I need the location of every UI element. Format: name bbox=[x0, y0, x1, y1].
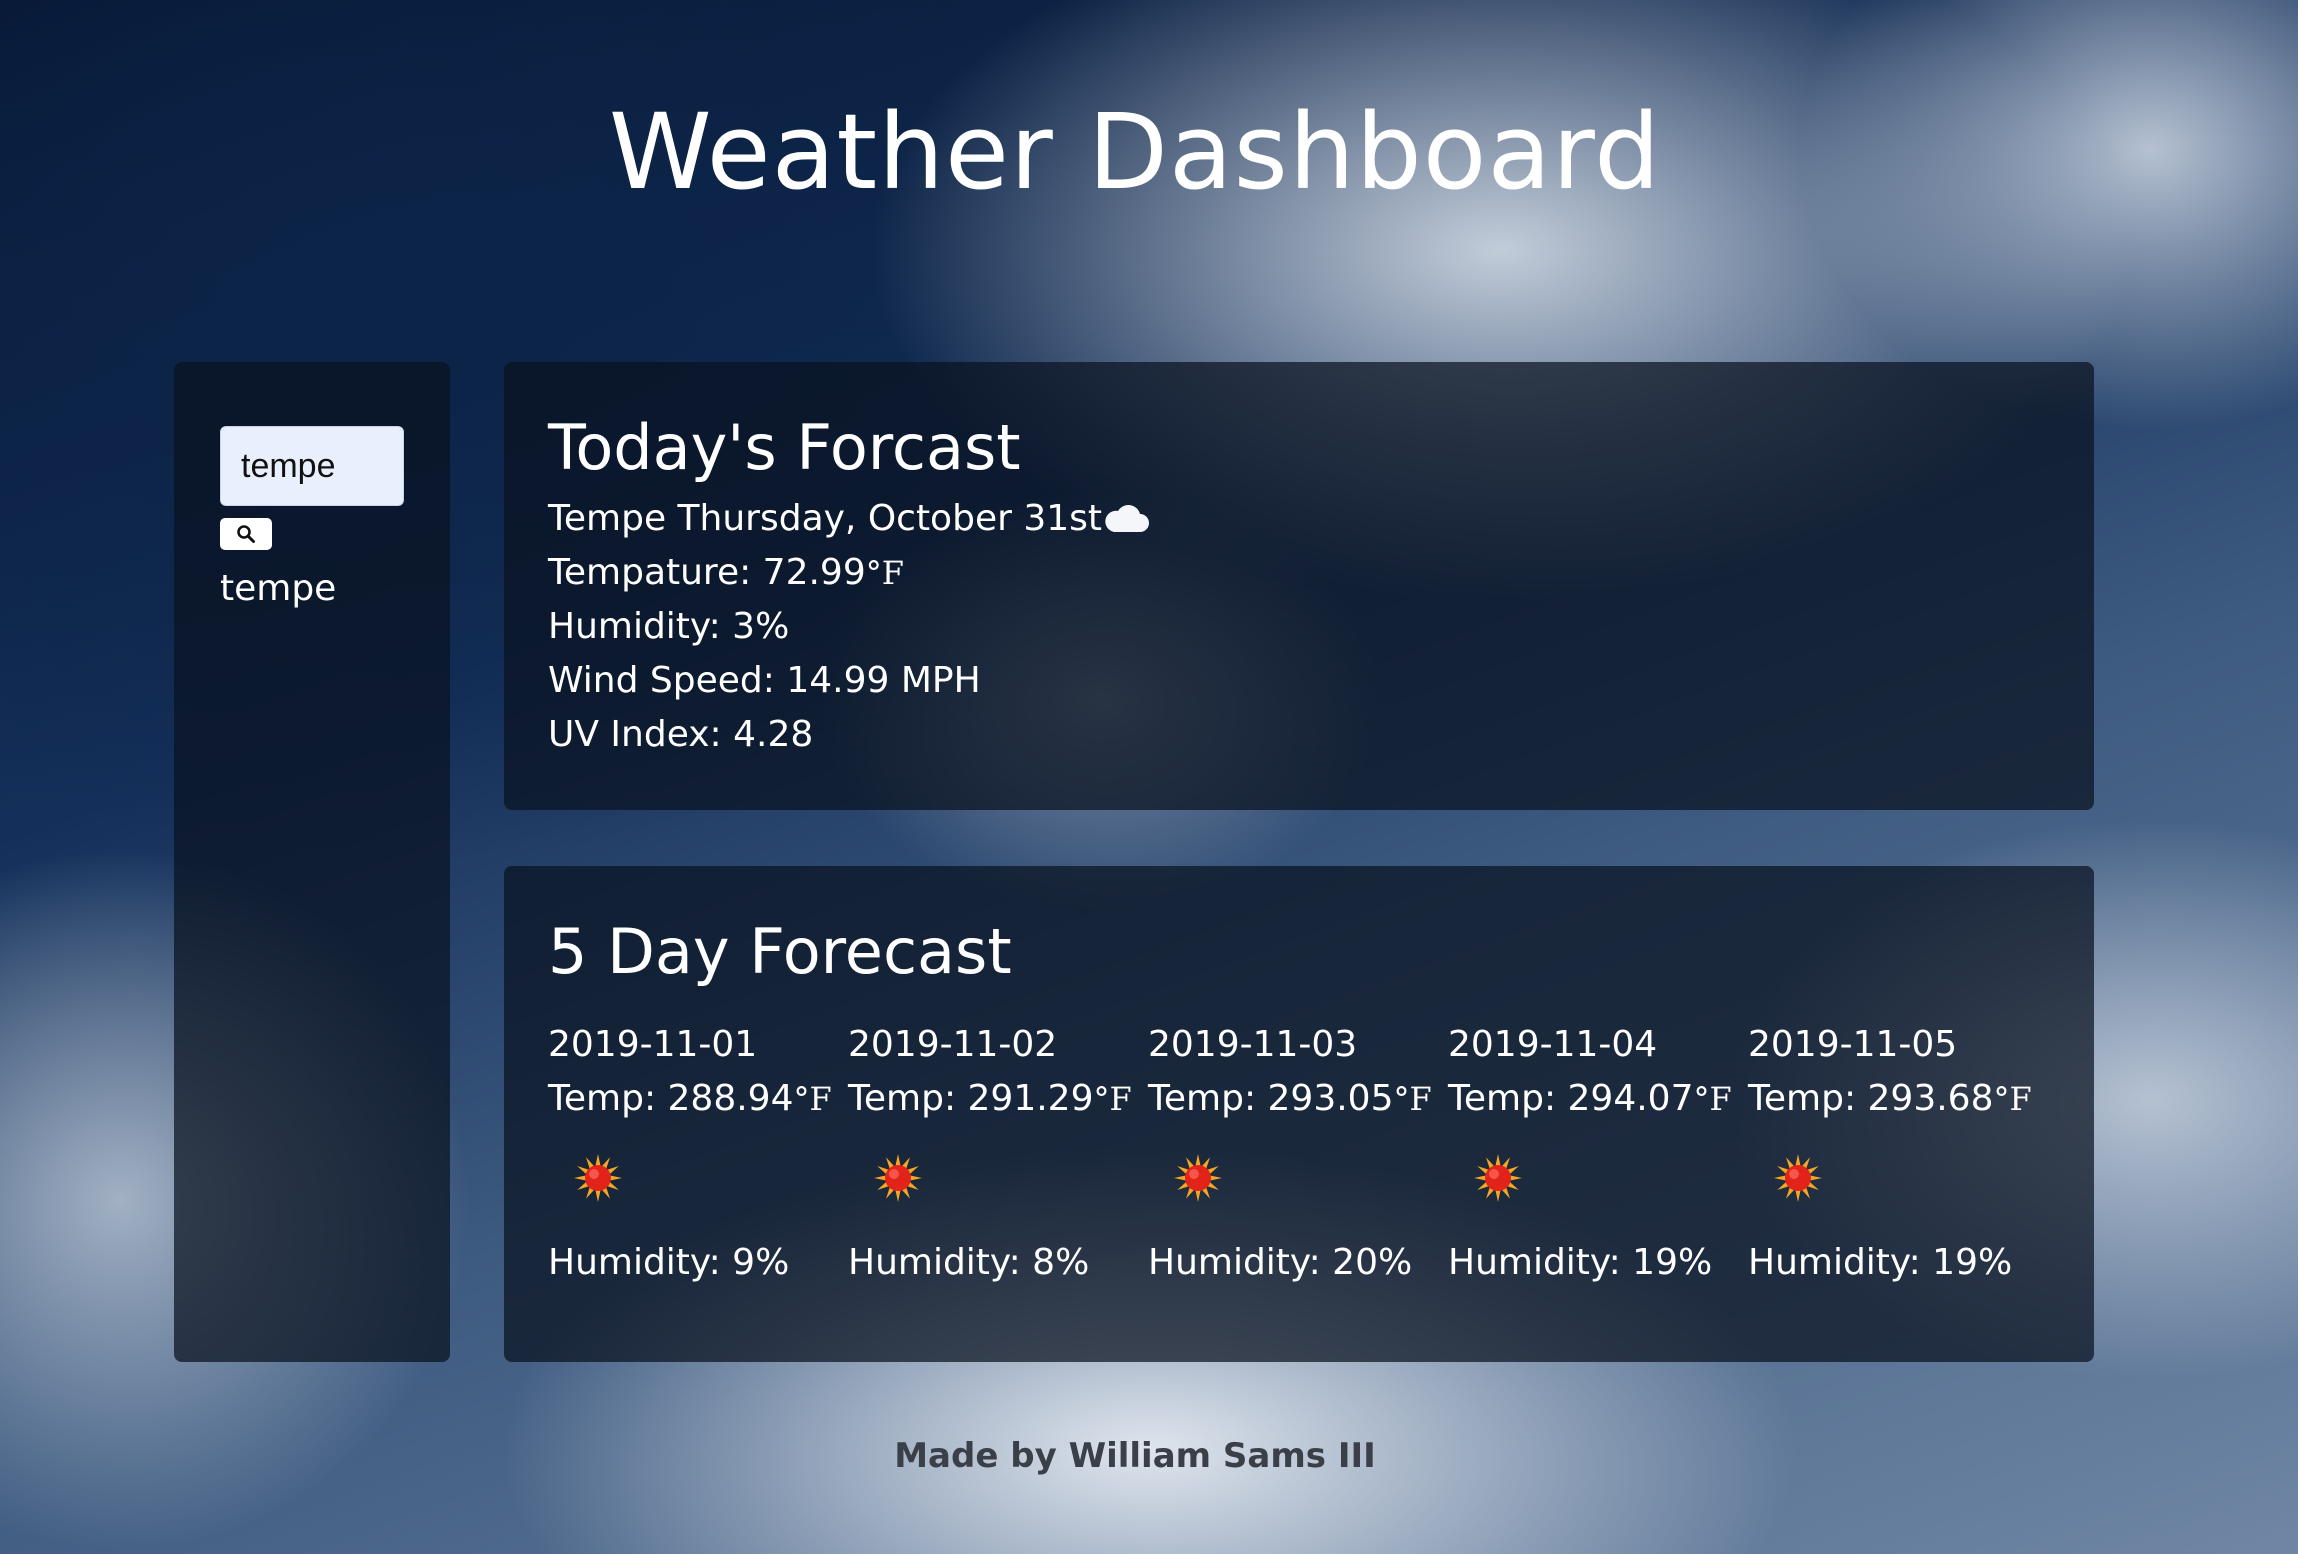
forecast-humidity: Humidity: 9% bbox=[548, 1242, 790, 1283]
forecast-temp: Temp: 293.68 bbox=[1748, 1078, 1994, 1119]
temperature-value: Tempature: 72.99 bbox=[548, 552, 866, 593]
search-button[interactable] bbox=[220, 518, 272, 550]
forecast-date: 2019-11-03 bbox=[1148, 1024, 1358, 1065]
todays-forecast-panel: Today's Forcast Tempe Thursday, October … bbox=[504, 362, 2094, 810]
search-sidebar: tempe bbox=[174, 362, 450, 1362]
forecast-temp-line: Temp: 294.07°F bbox=[1448, 1072, 1738, 1126]
search-history-item[interactable]: tempe bbox=[220, 568, 336, 609]
forecast-temp: Temp: 293.05 bbox=[1148, 1078, 1394, 1119]
forecast-temp: Temp: 288.94 bbox=[548, 1078, 794, 1119]
city-search-input[interactable] bbox=[220, 426, 404, 506]
forecast-date: 2019-11-04 bbox=[1448, 1024, 1658, 1065]
footer-credit: Made by William Sams III bbox=[894, 1436, 1376, 1476]
forecast-temp-line: Temp: 293.05°F bbox=[1148, 1072, 1438, 1126]
forecast-date: 2019-11-05 bbox=[1748, 1024, 1958, 1065]
forecast-day-card: 2019-11-02 Temp: 291.29°F Humidity: 8% bbox=[848, 1018, 1138, 1290]
location-date: Tempe Thursday, October 31st bbox=[548, 498, 1103, 539]
sun-icon bbox=[1774, 1154, 1822, 1202]
forecast-temp-line: Temp: 291.29°F bbox=[848, 1072, 1138, 1126]
forecast-temp: Temp: 294.07 bbox=[1448, 1078, 1694, 1119]
sun-icon bbox=[1474, 1154, 1522, 1202]
temperature-line: Tempature: 72.99°F bbox=[548, 546, 1150, 600]
forecast-temp-line: Temp: 293.68°F bbox=[1748, 1072, 2038, 1126]
forecast-temp: Temp: 291.29 bbox=[848, 1078, 1094, 1119]
forecast-day-card: 2019-11-04 Temp: 294.07°F Humidity: 19% bbox=[1448, 1018, 1738, 1290]
forecast-temp-line: Temp: 288.94°F bbox=[548, 1072, 838, 1126]
forecast-day-card: 2019-11-03 Temp: 293.05°F Humidity: 20% bbox=[1148, 1018, 1438, 1290]
humidity-line: Humidity: 3% bbox=[548, 606, 790, 647]
sun-icon bbox=[574, 1154, 622, 1202]
sun-icon bbox=[874, 1154, 922, 1202]
forecast-temp-unit: °F bbox=[1393, 1080, 1432, 1118]
location-date-line: Tempe Thursday, October 31st bbox=[548, 492, 1150, 546]
forecast-day-card: 2019-11-05 Temp: 293.68°F Humidity: 19% bbox=[1748, 1018, 2038, 1290]
forecast-temp-unit: °F bbox=[793, 1080, 832, 1118]
forecast-temp-unit: °F bbox=[1993, 1080, 2032, 1118]
forecast-humidity: Humidity: 20% bbox=[1148, 1242, 1413, 1283]
forecast-humidity: Humidity: 19% bbox=[1748, 1242, 2013, 1283]
forecast-temp-unit: °F bbox=[1093, 1080, 1132, 1118]
forecast-date: 2019-11-01 bbox=[548, 1024, 758, 1065]
page-title: Weather Dashboard bbox=[608, 91, 1662, 213]
five-day-forecast-title: 5 Day Forecast bbox=[548, 915, 1012, 988]
five-day-forecast-panel: 5 Day Forecast 2019-11-01 Temp: 288.94°F… bbox=[504, 866, 2094, 1362]
forecast-date: 2019-11-02 bbox=[848, 1024, 1058, 1065]
search-icon bbox=[237, 525, 255, 543]
cloud-icon bbox=[1105, 505, 1150, 532]
forecast-temp-unit: °F bbox=[1693, 1080, 1732, 1118]
wind-speed-line: Wind Speed: 14.99 MPH bbox=[548, 660, 981, 701]
forecast-day-card: 2019-11-01 Temp: 288.94°F Humidity: 9% bbox=[548, 1018, 838, 1290]
todays-forecast-title: Today's Forcast bbox=[548, 411, 1021, 484]
sun-icon bbox=[1174, 1154, 1222, 1202]
forecast-humidity: Humidity: 19% bbox=[1448, 1242, 1713, 1283]
temperature-unit: °F bbox=[865, 554, 904, 592]
forecast-humidity: Humidity: 8% bbox=[848, 1242, 1090, 1283]
uv-index-line: UV Index: 4.28 bbox=[548, 714, 814, 755]
